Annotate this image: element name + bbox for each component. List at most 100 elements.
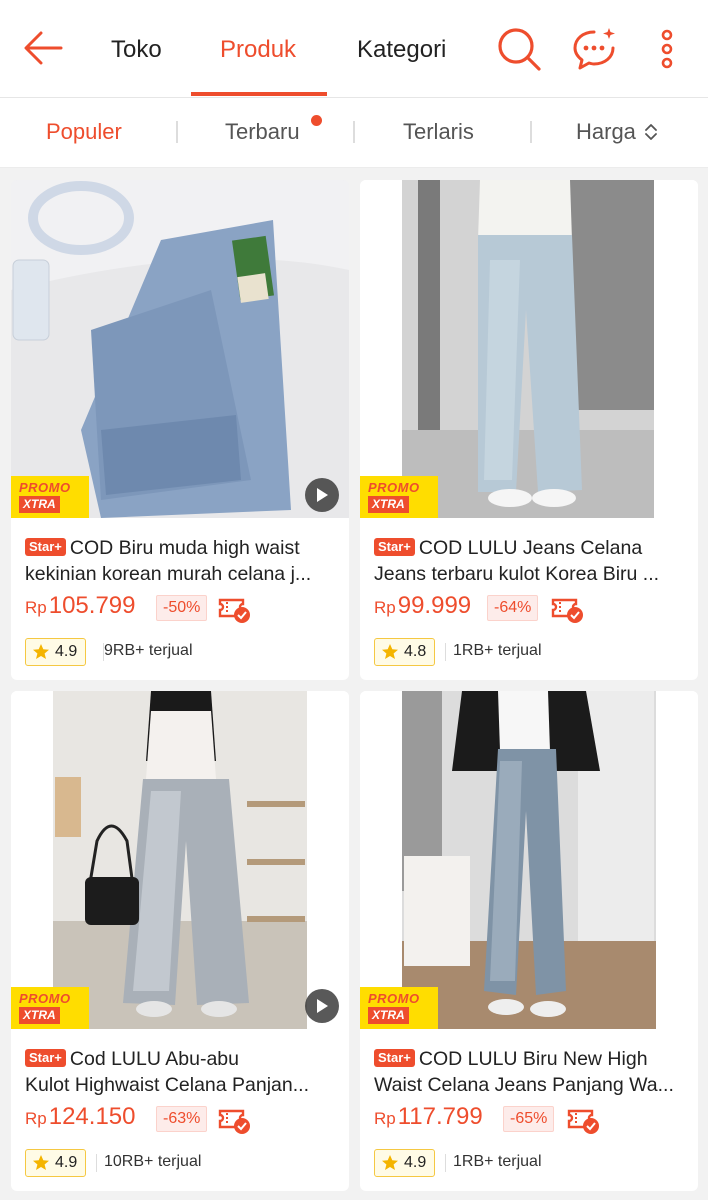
sold-count: 1RB+ terjual [453, 1153, 542, 1170]
promo-xtra-badge: PROMO XTRA [11, 476, 89, 518]
product-price: Rp 105.799 [25, 592, 136, 620]
rating-badge: 4.9 [374, 1149, 436, 1177]
xtra-label: XTRA [19, 1007, 60, 1024]
product-image[interactable] [11, 180, 349, 518]
price-value: 105.799 [48, 592, 136, 619]
top-bar: Toko Produk Kategori [0, 0, 708, 98]
promo-xtra-badge: PROMO XTRA [11, 987, 89, 1029]
product-card[interactable]: PROMO XTRA Star+ COD LULU Jeans Celana Je… [360, 180, 698, 680]
product-image[interactable] [11, 691, 349, 1029]
title-line-1: Cod LULU Abu-abu [69, 1048, 240, 1070]
divider [96, 1154, 97, 1172]
divider [530, 121, 532, 143]
play-icon [317, 488, 328, 502]
product-price: Rp 124.150 [25, 1103, 136, 1131]
product-card[interactable]: PROMO XTRA Star+ Cod LULU Abu-abu Kulot H… [11, 691, 349, 1191]
star-plus-badge: Star+ [25, 1049, 66, 1067]
star-plus-badge: Star+ [374, 538, 415, 556]
xtra-label: XTRA [368, 1007, 409, 1024]
rating-badge: 4.8 [374, 638, 436, 666]
search-icon [498, 28, 541, 71]
rating-value: 4.8 [404, 643, 427, 660]
promo-label: PROMO [19, 991, 71, 1006]
product-title: Star+ COD LULU Jeans Celana Jeans terbaru… [374, 535, 686, 587]
promo-xtra-badge: PROMO XTRA [360, 987, 438, 1029]
sort-bar: Populer Terbaru Terlaris Harga [0, 98, 708, 168]
discount-badge: -50% [156, 595, 208, 621]
title-line-2: kekinian korean murah celana j... [25, 563, 312, 585]
product-image[interactable] [360, 691, 698, 1029]
voucher-icon [218, 1109, 250, 1134]
discount-badge: -64% [487, 595, 539, 621]
tab-kategori[interactable]: Kategori [357, 30, 446, 70]
xtra-label: XTRA [19, 496, 60, 513]
active-tab-indicator [191, 92, 327, 96]
product-card[interactable]: PROMO XTRA Star+ COD LULU Biru New High W… [360, 691, 698, 1191]
sort-harga[interactable]: Harga [576, 117, 658, 147]
promo-label: PROMO [368, 480, 420, 495]
arrow-left-icon [24, 31, 63, 65]
price-value: 124.150 [48, 1103, 136, 1130]
divider [353, 121, 355, 143]
currency: Rp [25, 598, 47, 617]
search-button[interactable] [494, 24, 544, 74]
sold-count: 1RB+ terjual [453, 642, 542, 659]
video-play-button[interactable] [305, 478, 339, 512]
sold-count: 10RB+ terjual [104, 1153, 202, 1170]
title-line-2: Jeans terbaru kulot Korea Biru ... [374, 563, 660, 585]
title-line-1: COD Biru muda high waist [69, 537, 300, 559]
title-line-1: COD LULU Biru New High [418, 1048, 648, 1070]
rating-badge: 4.9 [25, 1149, 87, 1177]
product-title: Star+ COD LULU Biru New High Waist Celana… [374, 1046, 686, 1098]
divider [445, 643, 446, 661]
promo-label: PROMO [19, 480, 71, 495]
sort-toggle-icon [645, 124, 657, 140]
currency: Rp [374, 1109, 396, 1128]
discount-badge: -65% [503, 1106, 555, 1132]
voucher-icon [218, 598, 250, 623]
rating-value: 4.9 [55, 643, 78, 660]
price-value: 99.999 [397, 592, 472, 619]
back-button[interactable] [18, 26, 68, 70]
star-icon [33, 1155, 49, 1170]
chat-icon [573, 28, 615, 70]
tab-toko[interactable]: Toko [111, 30, 162, 70]
product-image[interactable] [360, 180, 698, 518]
more-options-button[interactable] [642, 24, 692, 74]
title-line-1: COD LULU Jeans Celana [418, 537, 643, 559]
currency: Rp [374, 598, 396, 617]
more-vertical-icon [661, 29, 673, 69]
sort-harga-label: Harga [576, 119, 636, 144]
rating-badge: 4.9 [25, 638, 87, 666]
product-title: Star+ Cod LULU Abu-abu Kulot Highwaist Ce… [25, 1046, 337, 1098]
rating-value: 4.9 [55, 1154, 78, 1171]
divider [445, 1154, 446, 1172]
xtra-label: XTRA [368, 496, 409, 513]
rating-value: 4.9 [404, 1154, 427, 1171]
play-icon [317, 999, 328, 1013]
currency: Rp [25, 1109, 47, 1128]
sort-populer[interactable]: Populer [46, 117, 122, 147]
tab-produk[interactable]: Produk [220, 30, 296, 70]
voucher-icon [567, 1109, 599, 1134]
product-price: Rp 117.799 [374, 1103, 483, 1131]
title-line-2: Waist Celana Jeans Panjang Wa... [374, 1074, 674, 1096]
price-value: 117.799 [397, 1103, 483, 1130]
promo-label: PROMO [368, 991, 420, 1006]
sold-count: 9RB+ terjual [104, 642, 193, 659]
promo-xtra-badge: PROMO XTRA [360, 476, 438, 518]
sort-terbaru[interactable]: Terbaru [225, 117, 300, 147]
sort-terlaris[interactable]: Terlaris [403, 117, 474, 147]
product-card[interactable]: PROMO XTRA Star+ COD Biru muda high waist… [11, 180, 349, 680]
chat-button[interactable] [569, 24, 619, 74]
product-title: Star+ COD Biru muda high waist kekinian k… [25, 535, 337, 587]
voucher-icon [551, 598, 583, 623]
title-line-2: Kulot Highwaist Celana Panjan... [25, 1074, 309, 1096]
product-price: Rp 99.999 [374, 592, 471, 620]
star-icon [382, 644, 398, 659]
video-play-button[interactable] [305, 989, 339, 1023]
new-indicator-dot [311, 115, 322, 126]
divider [176, 121, 178, 143]
star-plus-badge: Star+ [25, 538, 66, 556]
star-plus-badge: Star+ [374, 1049, 415, 1067]
